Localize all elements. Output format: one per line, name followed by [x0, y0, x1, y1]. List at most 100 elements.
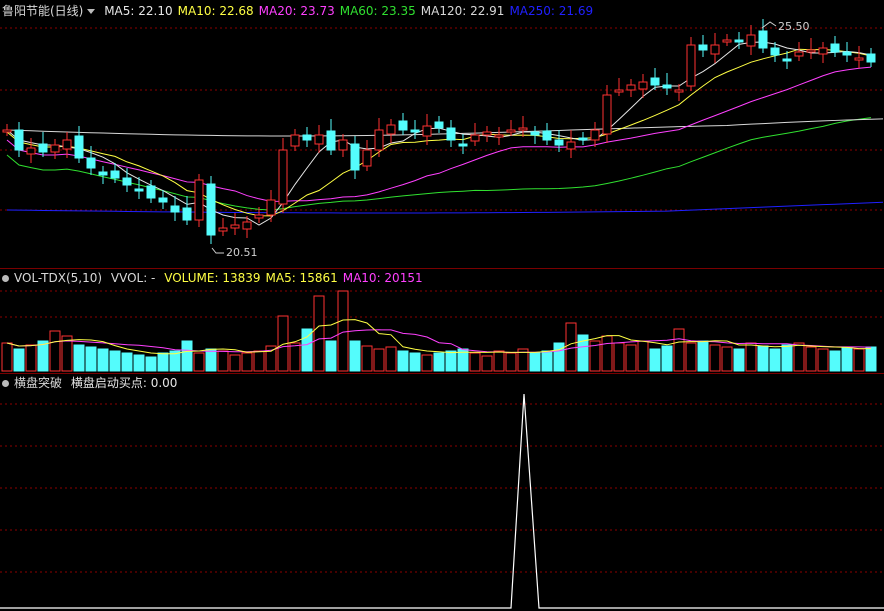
volume-bar: [253, 350, 265, 372]
volume-bar: [637, 340, 649, 372]
volume-bar: [193, 352, 205, 372]
candle-body: [722, 39, 732, 43]
candle-body: [686, 44, 696, 87]
volume-bar: [469, 352, 481, 372]
volume-title[interactable]: VOL-TDX(5,10): [14, 271, 102, 285]
candle-body: [770, 47, 780, 56]
volume-bar: [205, 348, 217, 372]
indicator-panel[interactable]: 横盘突破 横盘启动买点: 0.00: [0, 374, 884, 611]
circle-icon[interactable]: [2, 274, 9, 282]
volume-bar: [433, 352, 445, 372]
candle-body: [38, 143, 48, 153]
candle-body: [806, 49, 816, 53]
ma250-line: [6, 201, 884, 214]
candle-body: [458, 143, 468, 147]
candle-body: [218, 227, 228, 232]
candle-body: [26, 147, 36, 155]
candle-body: [674, 89, 684, 93]
volume-bar: [769, 348, 781, 372]
volume-bar: [781, 344, 793, 372]
price-legend: 鲁阳节能(日线) MA5: 22.10 MA10: 22.68 MA20: 23.7…: [2, 4, 603, 20]
candle-body: [314, 134, 324, 145]
candle-body: [494, 134, 504, 138]
candle-body: [842, 51, 852, 56]
candle-body: [374, 129, 384, 151]
candle-body: [698, 44, 708, 51]
candle-body: [338, 139, 348, 151]
candle-body: [650, 77, 660, 86]
high-annotation-arrow: [761, 21, 777, 29]
candle-body: [86, 157, 96, 169]
candle-body: [122, 177, 132, 186]
signal-line: [0, 393, 884, 609]
volume-bar: [481, 355, 493, 372]
volume-bar: [301, 328, 313, 372]
low-annotation-arrow: [211, 247, 224, 254]
price-panel[interactable]: 鲁阳节能(日线) MA5: 22.10 MA10: 22.68 MA20: 23.7…: [0, 0, 884, 268]
candle-body: [278, 149, 288, 205]
volume-bar: [721, 346, 733, 372]
ma120-line: [6, 118, 884, 137]
volume-bar: [745, 342, 757, 372]
ma-label-4: MA120: 22.91: [420, 4, 505, 18]
stock-name[interactable]: 鲁阳节能(日线): [2, 4, 83, 18]
candle-body: [638, 81, 648, 90]
candle-body: [782, 58, 792, 62]
ma-label-1: MA10: 22.68: [177, 4, 254, 18]
volume-bar: [217, 350, 229, 372]
volume-bar: [829, 350, 841, 372]
volume-bar: [661, 345, 673, 372]
candle-body: [614, 89, 624, 93]
volume-bar: [121, 352, 133, 372]
candle-body: [482, 131, 492, 136]
arrow-down-icon[interactable]: [87, 8, 96, 14]
candle-body: [14, 129, 24, 151]
ma-labels: MA5: 22.10 MA10: 22.68 MA20: 23.73 MA60: 23…: [104, 4, 598, 18]
volume-panel[interactable]: VOL-TDX(5,10) VVOL: - VOLUME: 13839 MA5: …: [0, 269, 884, 373]
volume-bar: [97, 348, 109, 372]
vvol-label: VVOL: -: [110, 271, 156, 285]
ma-label-3: MA60: 23.35: [339, 4, 416, 18]
candle-body: [506, 129, 516, 133]
volume-bar: [817, 348, 829, 372]
circle-icon[interactable]: [2, 379, 9, 387]
candle-body: [98, 171, 108, 176]
candle-body: [2, 129, 12, 133]
candlestick-chart[interactable]: [0, 0, 884, 268]
candle-body: [62, 139, 72, 150]
candle-body: [542, 130, 552, 141]
candle-body: [446, 127, 456, 141]
candle-body: [434, 121, 444, 129]
candle-body: [242, 221, 252, 230]
volume-bar: [841, 346, 853, 372]
volume-bar: [409, 352, 421, 372]
volume-bar: [241, 352, 253, 372]
volume-bar: [613, 342, 625, 372]
volume-bar: [709, 344, 721, 372]
candle-body: [794, 51, 804, 57]
volume-bar: [133, 354, 145, 372]
candle-body: [422, 125, 432, 137]
volume-bar: [181, 340, 193, 372]
volume-bar: [793, 342, 805, 372]
volume-legend: VOL-TDX(5,10) VVOL: - VOLUME: 13839 MA5: …: [2, 271, 433, 287]
volume-bar: [733, 348, 745, 372]
indicator-chart[interactable]: [0, 374, 884, 611]
indicator-title[interactable]: 横盘突破: [14, 376, 62, 390]
volume-bar: [673, 328, 685, 372]
candle-body: [206, 183, 216, 236]
candle-body: [386, 124, 396, 135]
volume-bar: [265, 345, 277, 372]
candle-body: [578, 137, 588, 141]
candle-body: [662, 84, 672, 89]
volume-bar: [649, 348, 661, 372]
candle-body: [758, 30, 768, 49]
volume-bar: [73, 344, 85, 372]
candle-body: [602, 94, 612, 135]
candle-body: [710, 44, 720, 55]
volume-bar: [601, 335, 613, 372]
signal-label: 横盘启动买点: 0.00: [70, 376, 178, 390]
volume-bar: [397, 350, 409, 372]
volume-bar: [865, 346, 877, 372]
volume-bar: [49, 330, 61, 372]
